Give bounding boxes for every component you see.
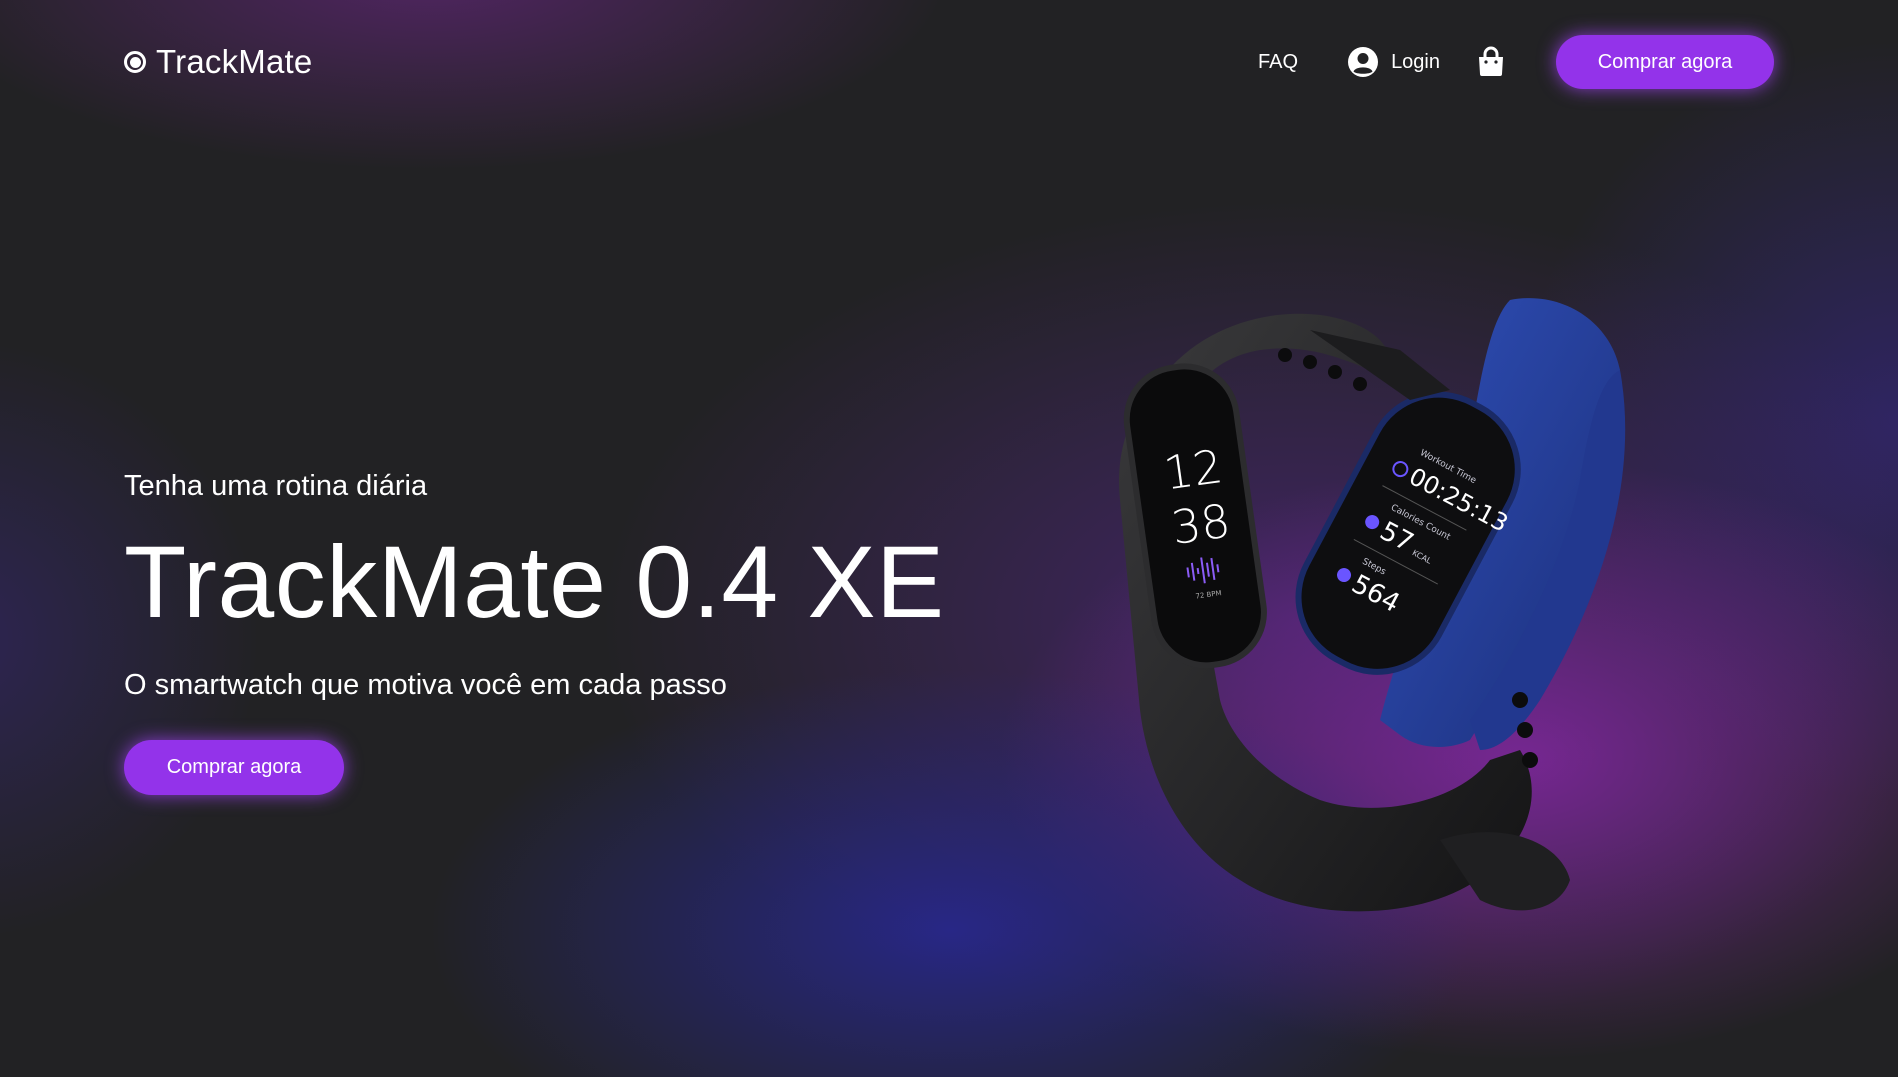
buy-now-button-hero[interactable]: Comprar agora xyxy=(124,740,344,795)
hero-subtitle: O smartwatch que motiva você em cada pas… xyxy=(124,669,727,701)
watch-hour: 12 xyxy=(1160,439,1225,501)
hero-title: TrackMate 0.4 XE xyxy=(124,525,945,639)
nav-menu: FAQ Login Comprar agora xyxy=(1258,35,1774,89)
smartband-illustration: Workout Time 00:25:13 Calories Count 57 … xyxy=(1119,298,1626,912)
buy-now-button-header[interactable]: Comprar agora xyxy=(1556,35,1774,89)
product-image: Workout Time 00:25:13 Calories Count 57 … xyxy=(1080,280,1760,1000)
watch-minute: 38 xyxy=(1168,493,1233,555)
nav-link-faq[interactable]: FAQ xyxy=(1258,51,1298,74)
navbar: TrackMate FAQ Login Comprar agora xyxy=(124,34,1774,90)
landing-page: TrackMate FAQ Login Comprar agora Tenha … xyxy=(0,0,1898,1077)
hero-kicker: Tenha uma rotina diária xyxy=(124,470,428,502)
hero-section: Tenha uma rotina diária TrackMate 0.4 XE… xyxy=(124,470,1024,795)
shopping-bag-icon[interactable] xyxy=(1476,46,1506,78)
record-circle-icon xyxy=(124,51,146,73)
user-circle-icon xyxy=(1348,47,1379,77)
login-link[interactable]: Login xyxy=(1347,46,1440,78)
login-label: Login xyxy=(1391,50,1440,73)
brand-name: TrackMate xyxy=(156,43,313,80)
brand-logo[interactable]: TrackMate xyxy=(124,43,312,81)
blue-band: Workout Time 00:25:13 Calories Count 57 … xyxy=(1295,298,1626,750)
